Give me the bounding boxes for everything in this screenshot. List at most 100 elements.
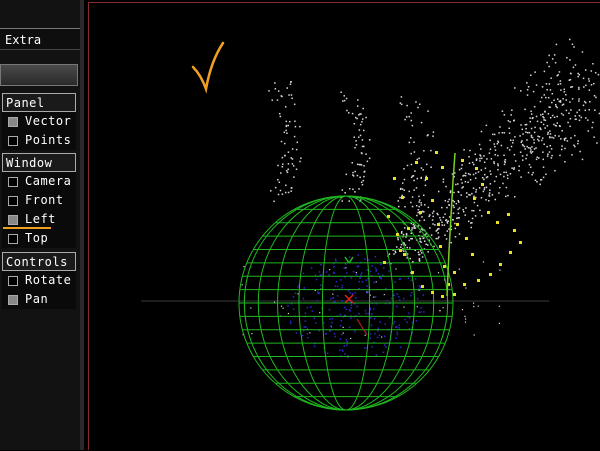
blue-point bbox=[289, 320, 292, 323]
3d-viewport[interactable] bbox=[88, 2, 600, 450]
white-point bbox=[520, 176, 522, 178]
white-point bbox=[424, 184, 427, 187]
white-point bbox=[352, 171, 354, 174]
option-top[interactable]: Top bbox=[2, 229, 76, 248]
white-point bbox=[569, 101, 571, 103]
white-point bbox=[285, 129, 287, 132]
blue-point bbox=[303, 287, 306, 289]
camera-checkbox[interactable] bbox=[8, 177, 18, 187]
white-point bbox=[423, 150, 425, 152]
white-point bbox=[352, 174, 354, 176]
white-point bbox=[560, 89, 562, 91]
white-point bbox=[287, 168, 289, 171]
white-point bbox=[465, 192, 468, 194]
front-checkbox[interactable] bbox=[8, 196, 18, 206]
white-point bbox=[569, 78, 572, 81]
scene-canvas[interactable] bbox=[89, 3, 600, 451]
white-point bbox=[573, 46, 575, 48]
white-point bbox=[410, 112, 412, 114]
white-point bbox=[554, 62, 557, 64]
blue-point bbox=[341, 349, 344, 351]
white-point bbox=[546, 89, 548, 91]
white-point bbox=[512, 139, 515, 142]
white-point bbox=[424, 204, 426, 206]
white-point bbox=[356, 163, 359, 166]
white-point bbox=[592, 63, 594, 65]
white-point bbox=[416, 214, 418, 217]
yellow-point bbox=[477, 279, 480, 282]
rotate-checkbox[interactable] bbox=[8, 276, 18, 286]
white-point bbox=[534, 71, 536, 73]
white-point bbox=[542, 151, 544, 153]
option-front[interactable]: Front bbox=[2, 191, 76, 210]
white-point bbox=[423, 219, 426, 221]
white-point bbox=[547, 133, 549, 135]
blue-point bbox=[364, 258, 366, 260]
white-point bbox=[497, 163, 499, 165]
white-point bbox=[550, 148, 553, 150]
white-point bbox=[454, 227, 457, 230]
blue-point bbox=[371, 265, 373, 267]
white-point bbox=[578, 86, 580, 89]
white-point bbox=[461, 309, 464, 311]
option-rotate[interactable]: Rotate bbox=[2, 271, 76, 290]
option-points[interactable]: Points bbox=[2, 131, 76, 150]
white-point bbox=[277, 90, 280, 92]
blue-point bbox=[336, 285, 339, 288]
white-point bbox=[300, 157, 302, 159]
vector-checkbox[interactable] bbox=[8, 117, 18, 127]
white-point bbox=[547, 96, 550, 99]
white-point bbox=[400, 103, 403, 106]
white-point bbox=[420, 121, 423, 124]
white-point bbox=[565, 99, 568, 101]
white-point bbox=[549, 133, 552, 135]
white-point bbox=[554, 169, 556, 172]
white-point bbox=[274, 88, 277, 90]
white-point bbox=[473, 334, 475, 336]
white-point bbox=[526, 131, 529, 134]
blue-point bbox=[385, 287, 387, 290]
blue-point bbox=[329, 330, 331, 332]
top-checkbox[interactable] bbox=[8, 234, 18, 244]
white-point bbox=[553, 54, 556, 56]
blue-point bbox=[304, 312, 307, 314]
yellow-point bbox=[441, 166, 444, 169]
scroll-bar[interactable] bbox=[0, 64, 78, 86]
extra-button[interactable]: Extra bbox=[0, 28, 80, 50]
white-point bbox=[408, 115, 411, 118]
white-point bbox=[418, 253, 420, 256]
white-point bbox=[455, 202, 458, 205]
white-point bbox=[561, 145, 563, 147]
blue-point bbox=[408, 316, 411, 319]
white-point bbox=[434, 224, 436, 226]
white-point bbox=[449, 191, 452, 194]
option-camera[interactable]: Camera bbox=[2, 172, 76, 191]
selection-underline bbox=[3, 227, 51, 229]
white-point bbox=[483, 187, 486, 189]
white-point bbox=[583, 86, 585, 88]
white-point bbox=[395, 268, 397, 270]
pan-checkbox[interactable] bbox=[8, 295, 18, 305]
blue-point bbox=[332, 271, 335, 274]
white-point bbox=[573, 144, 575, 147]
white-point bbox=[577, 142, 579, 145]
white-point bbox=[543, 143, 545, 145]
white-point bbox=[524, 148, 526, 150]
white-point bbox=[368, 139, 371, 141]
white-point bbox=[286, 171, 289, 174]
white-point bbox=[360, 164, 363, 166]
option-vector[interactable]: Vector bbox=[2, 112, 76, 131]
white-point bbox=[409, 137, 412, 139]
white-point bbox=[548, 106, 550, 108]
option-pan[interactable]: Pan bbox=[2, 290, 76, 309]
left-checkbox[interactable] bbox=[8, 215, 18, 225]
white-point bbox=[456, 217, 458, 220]
white-point bbox=[464, 180, 467, 183]
white-point bbox=[472, 173, 475, 176]
white-point bbox=[422, 194, 425, 197]
points-checkbox[interactable] bbox=[8, 136, 18, 146]
white-point bbox=[530, 127, 533, 130]
white-point bbox=[373, 296, 375, 298]
white-point bbox=[558, 124, 561, 127]
yellow-point bbox=[411, 271, 414, 274]
